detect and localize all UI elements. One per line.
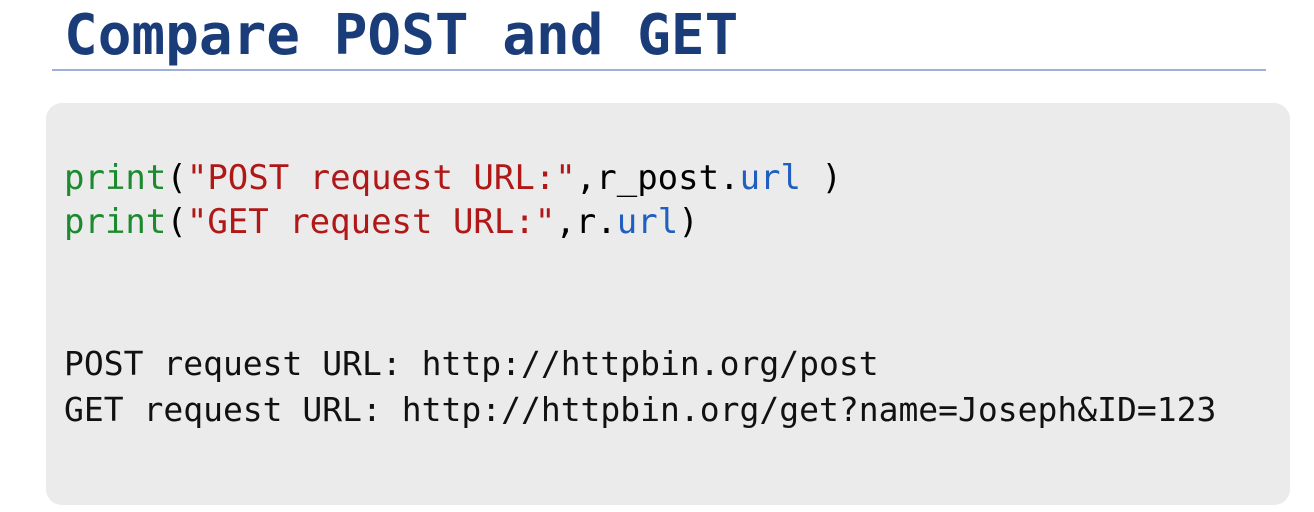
- string-literal: "GET request URL:": [186, 202, 556, 242]
- output-line-post: POST request URL: http://httpbin.org/pos…: [64, 344, 879, 383]
- dot: .: [596, 202, 617, 242]
- comma: ,: [555, 202, 576, 242]
- code-line-get: print("GET request URL:",r.url): [64, 200, 699, 244]
- close-paren: ): [678, 202, 699, 242]
- title-divider: [52, 69, 1266, 71]
- object-name: r_post: [596, 158, 720, 198]
- code-line-post: print("POST request URL:",r_post.url ): [64, 156, 842, 200]
- dot: .: [719, 158, 740, 198]
- close-paren: ): [801, 158, 842, 198]
- slide-title: Compare POST and GET: [64, 3, 739, 68]
- attribute-name: url: [739, 158, 801, 198]
- comma: ,: [575, 158, 597, 198]
- open-paren: (: [166, 158, 187, 198]
- output-line-get: GET request URL: http://httpbin.org/get?…: [64, 390, 1217, 429]
- string-literal: "POST request URL:": [186, 158, 576, 198]
- attribute-name: url: [616, 202, 679, 242]
- print-keyword: print: [64, 158, 167, 198]
- object-name: r: [575, 202, 597, 242]
- open-paren: (: [166, 202, 187, 242]
- print-keyword: print: [64, 202, 167, 242]
